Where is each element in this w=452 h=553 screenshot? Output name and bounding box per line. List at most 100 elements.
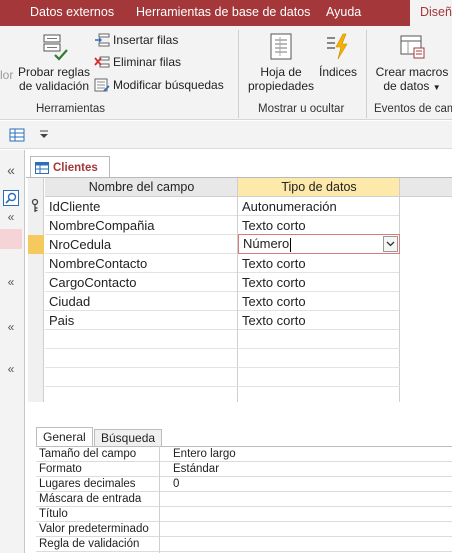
row-selector[interactable] [28, 273, 44, 292]
field-name-cell[interactable]: IdCliente [45, 197, 237, 216]
field-name-cell[interactable]: Pais [45, 311, 237, 330]
empty-row[interactable] [45, 368, 400, 387]
property-row[interactable]: Lugares decimales 0 [36, 477, 452, 492]
property-name: Valor predeterminado [39, 523, 149, 535]
property-value[interactable]: 0 [173, 477, 179, 491]
indices-button[interactable]: Índices [316, 32, 360, 79]
ribbon-separator [238, 30, 239, 118]
tab-diseno[interactable]: Diseño [410, 0, 452, 27]
row-selector[interactable] [28, 216, 44, 235]
property-name: Regla de validación [39, 538, 140, 550]
property-row[interactable]: Título [36, 507, 452, 522]
field-type-cell[interactable]: Texto corto [238, 292, 399, 311]
group-label-eventos: Eventos de cam [374, 103, 452, 115]
field-type-cell[interactable]: Autonumeración [238, 197, 399, 216]
nav-collapse-group-icon[interactable]: « [0, 210, 22, 224]
tab-general[interactable]: General [36, 427, 93, 447]
field-name-cell[interactable]: NombreContacto [45, 254, 237, 273]
row-selector[interactable] [28, 197, 44, 216]
dropdown-caret-icon: ▼ [432, 83, 441, 92]
group-label-herramientas: Herramientas [36, 103, 106, 115]
nav-collapse-group-icon[interactable]: « [0, 320, 22, 334]
indices-label: Índices [318, 65, 358, 79]
field-name-cell[interactable]: NroCedula [45, 235, 237, 254]
field-type-cell[interactable]: Texto corto [238, 273, 399, 292]
group-label-mostrar: Mostrar u ocultar [258, 103, 345, 115]
row-selector[interactable] [28, 311, 44, 330]
indexes-lightning-icon [327, 33, 348, 60]
field-name-cell[interactable]: Ciudad [45, 292, 237, 311]
data-type-combobox[interactable]: Número [238, 234, 400, 254]
tab-busqueda[interactable]: Búsqueda [94, 429, 163, 447]
hoja-propiedades-button[interactable]: Hoja de propiedades [246, 32, 316, 93]
tab-herramientas-bd[interactable]: Herramientas de base de datos [136, 0, 310, 26]
column-header-tipo-datos[interactable]: Tipo de datos [238, 178, 400, 197]
empty-row[interactable] [45, 349, 400, 368]
property-name: Máscara de entrada [39, 493, 142, 505]
tab-ayuda[interactable]: Ayuda [326, 0, 361, 26]
clipped-button-text: lor [0, 68, 14, 82]
property-row[interactable]: Tamaño del campo Entero largo [36, 447, 452, 462]
eliminar-filas-button[interactable]: Eliminar filas [94, 54, 181, 70]
column-header-nombre-campo[interactable]: Nombre del campo [45, 178, 238, 197]
field-design-grid: Nombre del campo Tipo de datos IdCliente… [28, 178, 452, 402]
nav-expand-icon[interactable]: « [0, 162, 22, 178]
table-icon [35, 161, 49, 174]
nav-search-icon[interactable] [3, 190, 19, 206]
table-design-document: Clientes Nombre del campo Tipo de datos … [26, 150, 452, 553]
property-value[interactable]: Estándar [173, 462, 219, 476]
property-row[interactable]: Valor predeterminado [36, 522, 452, 537]
row-selector[interactable] [28, 254, 44, 273]
field-properties-grid: Tamaño del campo Entero largo Formato Está… [36, 446, 452, 553]
field-type-cell[interactable]: Texto corto [238, 311, 399, 330]
probar-reglas-label-1: Probar reglas [17, 65, 91, 79]
column-header-descripcion[interactable] [400, 178, 452, 197]
primary-key-icon [31, 198, 39, 212]
insertar-filas-label: Insertar filas [113, 33, 179, 47]
crear-macros-button[interactable]: Crear macros de datos ▼ [372, 32, 452, 95]
field-name-cell[interactable]: NombreCompañia [45, 216, 237, 235]
property-row[interactable]: Regla de validación [36, 537, 452, 552]
modificar-busquedas-button[interactable]: Modificar búsquedas [94, 77, 224, 93]
row-selector-current[interactable] [28, 235, 44, 254]
document-tab-label: Clientes [53, 161, 98, 174]
eliminar-filas-label: Eliminar filas [113, 55, 182, 69]
row-selector[interactable] [28, 292, 44, 311]
field-type-cell[interactable]: Texto corto [238, 254, 399, 273]
property-value[interactable]: Entero largo [173, 447, 236, 461]
quick-access-toolbar [0, 121, 452, 149]
data-macros-icon [400, 35, 425, 59]
document-tab-clientes[interactable]: Clientes [30, 156, 110, 178]
insertar-filas-button[interactable]: Insertar filas [94, 32, 178, 48]
probar-reglas-button[interactable]: Probar reglas de validación [16, 32, 92, 93]
crear-macros-label-1: Crear macros [375, 65, 449, 79]
hoja-propiedades-label-1: Hoja de [260, 65, 302, 79]
property-name: Lugares decimales [39, 478, 136, 490]
property-row[interactable]: Máscara de entrada [36, 492, 452, 507]
property-name: Formato [39, 463, 82, 475]
empty-row[interactable] [45, 330, 400, 349]
ribbon: lor Probar reglas de validación Insertar… [0, 26, 452, 120]
validation-rules-icon [43, 34, 68, 61]
property-sheet-icon [270, 33, 292, 60]
customize-qat-icon[interactable] [38, 130, 50, 140]
nav-collapse-group-icon[interactable]: « [0, 362, 22, 376]
data-type-value: Número [243, 236, 290, 251]
ribbon-tab-bar: Datos externos Herramientas de base de d… [0, 0, 452, 27]
view-design-icon[interactable] [9, 127, 25, 143]
field-name-cell[interactable]: CargoContacto [45, 273, 237, 292]
crear-macros-label-2: de datos ▼ [383, 79, 441, 93]
nav-selected-group[interactable] [0, 229, 22, 249]
delete-rows-icon [94, 56, 110, 68]
field-type-cell[interactable]: Texto corto [238, 216, 399, 235]
property-name: Título [39, 508, 68, 520]
text-caret [290, 237, 292, 252]
property-row[interactable]: Formato Estándar [36, 462, 452, 477]
chevron-down-icon[interactable] [383, 236, 398, 252]
hoja-propiedades-label-2: propiedades [247, 79, 315, 93]
insert-rows-icon [95, 33, 110, 47]
nav-collapse-group-icon[interactable]: « [0, 275, 22, 289]
probar-reglas-label-2: de validación [18, 79, 90, 93]
modificar-busquedas-label: Modificar búsquedas [113, 78, 224, 92]
tab-datos-externos[interactable]: Datos externos [30, 0, 114, 26]
